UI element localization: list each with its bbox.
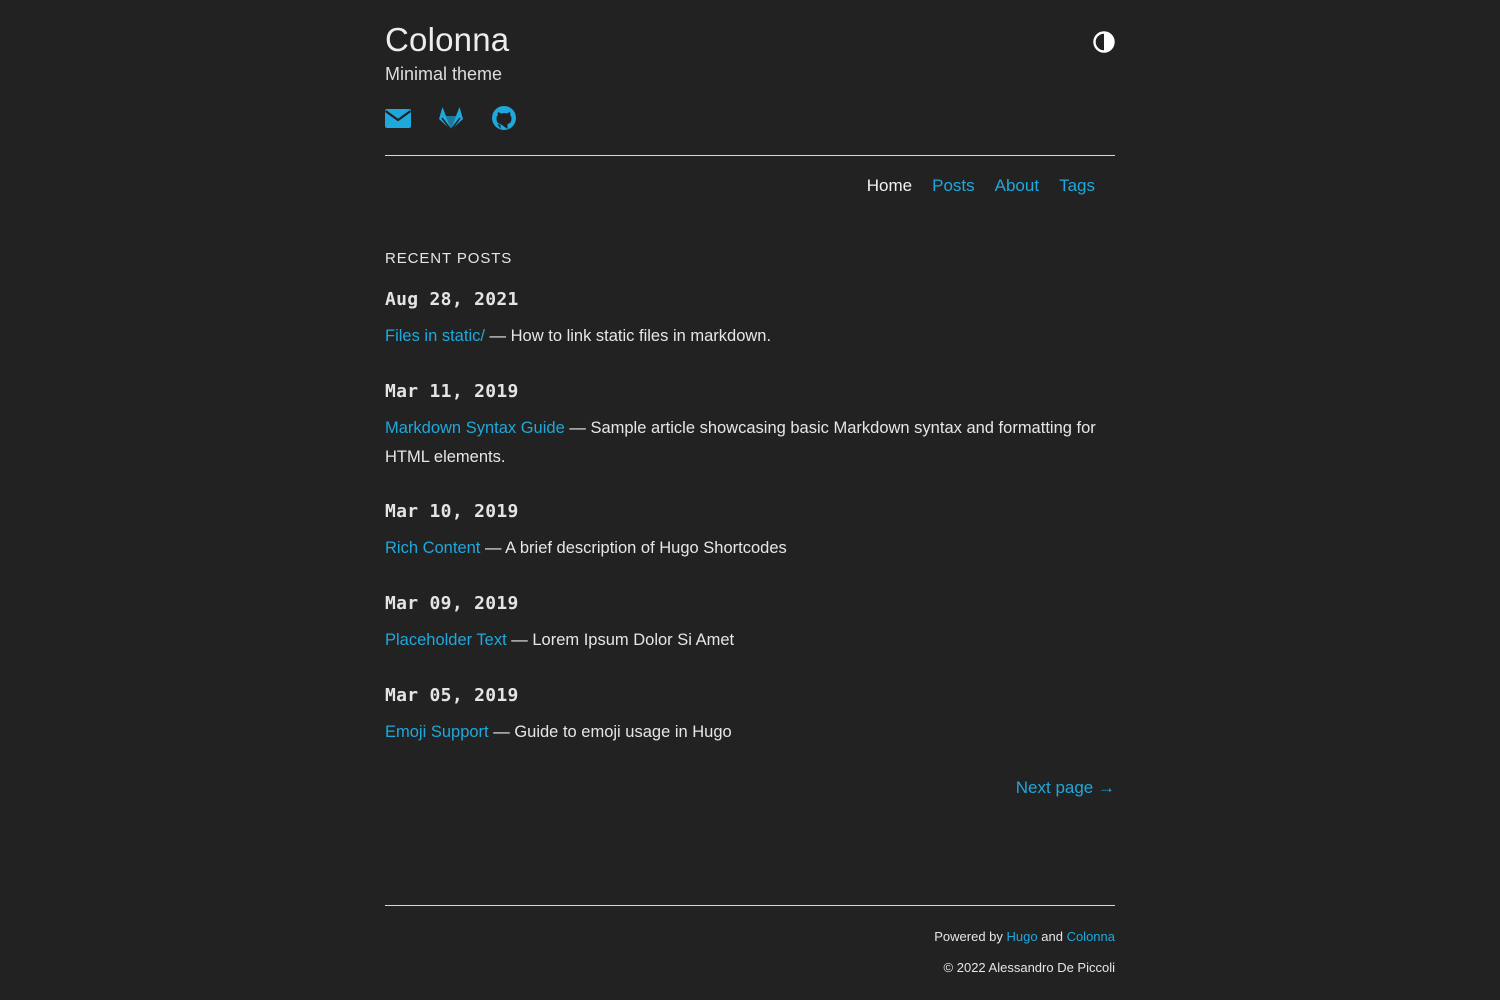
footer-divider	[385, 905, 1115, 906]
post-summary: A brief description of Hugo Shortcodes	[505, 539, 787, 557]
footer-hugo-link[interactable]: Hugo	[1007, 929, 1038, 944]
nav-item-about[interactable]: About	[995, 176, 1039, 195]
main-nav: Home Posts About Tags	[847, 175, 1095, 197]
post-separator: —	[569, 419, 586, 437]
footer-powered-by: Powered by Hugo and Colonna	[934, 928, 1115, 946]
post-date: Mar 05, 2019	[385, 685, 519, 706]
nav-item-posts[interactable]: Posts	[932, 176, 975, 195]
post-item: Mar 09, 2019 Placeholder Text — Lorem Ip…	[385, 592, 1115, 655]
post-title-link[interactable]: Markdown Syntax Guide	[385, 419, 565, 437]
page-container: Colonna Minimal theme Home Posts About T…	[385, 0, 1115, 1000]
post-separator: —	[484, 539, 502, 557]
post-item: Aug 28, 2021 Files in static/ — How to l…	[385, 288, 1115, 351]
envelope-icon	[385, 109, 411, 128]
gitlab-icon	[439, 107, 463, 131]
header-divider	[385, 155, 1115, 156]
post-item: Mar 11, 2019 Markdown Syntax Guide — Sam…	[385, 380, 1115, 472]
post-title-link[interactable]: Files in static/	[385, 327, 485, 345]
post-summary: Lorem Ipsum Dolor Si Amet	[532, 631, 735, 649]
post-line: Emoji Support — Guide to emoji usage in …	[385, 718, 1115, 747]
theme-toggle-button[interactable]	[1093, 31, 1115, 53]
post-title-link[interactable]: Rich Content	[385, 539, 480, 557]
post-title-link[interactable]: Placeholder Text	[385, 631, 507, 649]
post-date: Mar 11, 2019	[385, 381, 519, 402]
post-separator: —	[493, 723, 510, 741]
post-date: Mar 09, 2019	[385, 593, 519, 614]
next-page-link[interactable]: Next page →	[1016, 776, 1115, 800]
section-title: RECENT POSTS	[385, 250, 513, 267]
post-summary: How to link static files in markdown.	[510, 327, 772, 345]
nav-item-home[interactable]: Home	[867, 176, 912, 195]
footer-colonna-link[interactable]: Colonna	[1067, 929, 1115, 944]
post-item: Mar 05, 2019 Emoji Support — Guide to em…	[385, 684, 1115, 747]
github-link[interactable]	[491, 104, 519, 132]
post-item: Mar 10, 2019 Rich Content — A brief desc…	[385, 500, 1115, 563]
half-circle-contrast-icon	[1093, 31, 1115, 53]
footer-copyright: © 2022 Alessandro De Piccoli	[943, 960, 1115, 975]
post-separator: —	[511, 631, 528, 649]
post-line: Placeholder Text — Lorem Ipsum Dolor Si …	[385, 626, 1115, 655]
post-title-link[interactable]: Emoji Support	[385, 723, 489, 741]
site-title[interactable]: Colonna	[385, 20, 509, 60]
post-separator: —	[489, 327, 507, 345]
email-link[interactable]	[385, 104, 413, 132]
nav-item-tags[interactable]: Tags	[1059, 176, 1095, 195]
gitlab-link[interactable]	[438, 104, 466, 132]
site-subtitle: Minimal theme	[385, 64, 503, 84]
github-icon	[492, 106, 516, 130]
post-date: Aug 28, 2021	[385, 289, 519, 310]
post-line: Files in static/ — How to link static fi…	[385, 322, 1115, 351]
post-date: Mar 10, 2019	[385, 501, 519, 522]
footer-powered-text: Powered by	[934, 929, 1003, 944]
post-line: Markdown Syntax Guide — Sample article s…	[385, 414, 1115, 472]
footer-and-text: and	[1041, 929, 1063, 944]
post-summary: Guide to emoji usage in Hugo	[514, 723, 732, 741]
post-line: Rich Content — A brief description of Hu…	[385, 534, 1115, 563]
